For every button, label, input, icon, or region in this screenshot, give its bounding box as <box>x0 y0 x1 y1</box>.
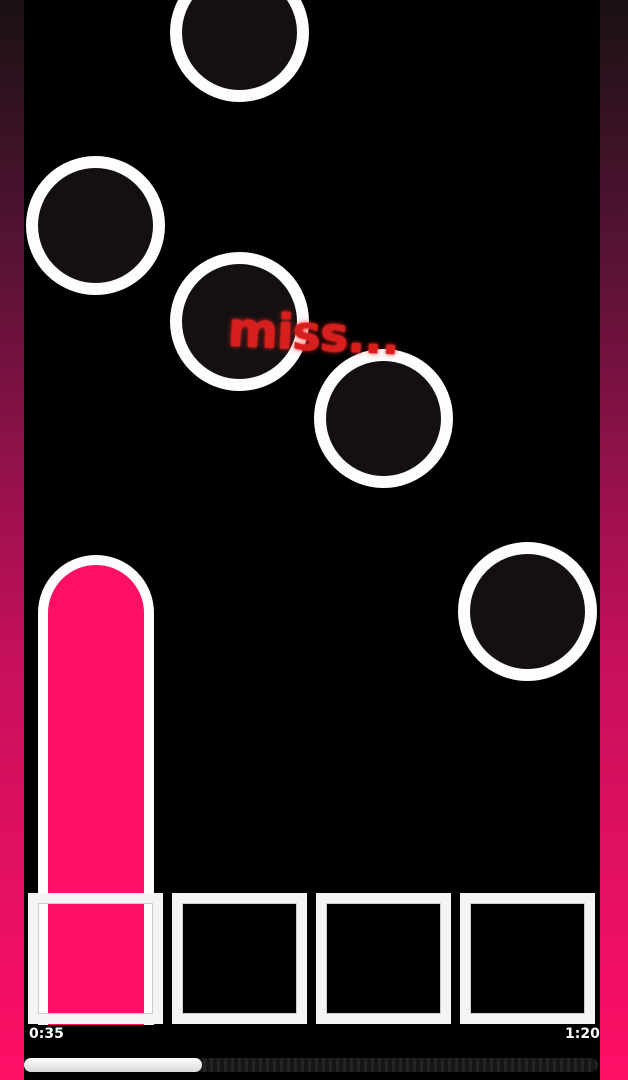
lane-key-3[interactable] <box>316 893 451 1024</box>
lane-key-1[interactable] <box>28 893 163 1024</box>
lane-key-4[interactable] <box>460 893 595 1024</box>
lane-key-2[interactable] <box>172 893 307 1024</box>
left-gradient-border <box>0 0 24 1080</box>
song-progress-fill <box>24 1058 202 1072</box>
tap-note <box>314 349 453 488</box>
judgement-text: miss... <box>226 301 401 367</box>
time-current: 0:35 <box>29 1026 64 1042</box>
tap-note <box>26 156 165 295</box>
tap-note <box>458 542 597 681</box>
time-total: 1:20 <box>565 1026 600 1042</box>
right-gradient-border <box>600 0 628 1080</box>
song-progress-bar <box>24 1058 598 1072</box>
